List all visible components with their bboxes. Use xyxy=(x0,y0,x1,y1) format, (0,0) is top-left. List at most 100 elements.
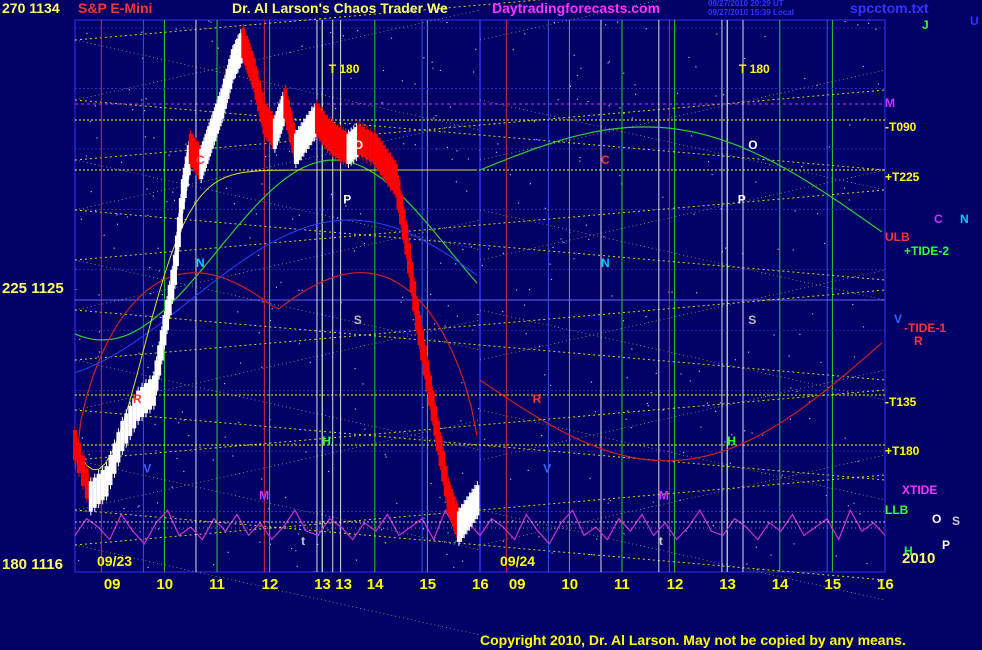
star-dot xyxy=(79,338,81,340)
star-dot xyxy=(433,117,435,119)
star-dot xyxy=(536,138,538,141)
right-label-xtide: XTIDE xyxy=(902,483,938,497)
star-dot xyxy=(259,541,261,543)
star-dot xyxy=(172,191,174,193)
x-tick-label: 11 xyxy=(614,576,630,593)
star-dot xyxy=(859,513,861,515)
star-dot xyxy=(512,520,514,522)
star-dot xyxy=(149,267,151,269)
star-dot xyxy=(509,174,511,176)
star-dot xyxy=(626,377,628,379)
star-dot xyxy=(518,202,520,204)
right-label-m: M xyxy=(885,96,895,110)
star-dot xyxy=(86,32,88,35)
star-dot xyxy=(414,144,416,146)
star-dot xyxy=(862,326,865,328)
star-dot xyxy=(729,462,731,464)
x-tick-label: 15 xyxy=(824,576,841,593)
star-dot xyxy=(848,199,850,201)
event-letter: O xyxy=(748,138,757,152)
star-dot xyxy=(594,411,597,413)
star-dot xyxy=(676,92,679,94)
star-dot xyxy=(683,451,685,454)
star-dot xyxy=(157,502,159,504)
star-dot xyxy=(171,486,173,488)
symbol-title: S&P E-Mini xyxy=(78,0,153,16)
star-dot xyxy=(98,351,101,353)
star-dot xyxy=(295,550,297,552)
star-dot xyxy=(103,234,105,236)
star-dot xyxy=(446,146,448,149)
star-dot xyxy=(466,190,468,192)
price-bar xyxy=(108,454,113,486)
star-dot xyxy=(342,35,344,37)
star-dot xyxy=(690,135,693,137)
star-dot xyxy=(116,223,119,225)
star-dot xyxy=(755,546,757,548)
star-dot xyxy=(240,362,242,364)
event-letter: P xyxy=(343,192,351,206)
star-dot xyxy=(396,502,398,504)
star-dot xyxy=(719,402,721,404)
star-dot xyxy=(261,366,263,368)
day-label: 09/23 xyxy=(97,553,132,569)
star-dot xyxy=(804,77,806,80)
filename-label: spcctom.txt xyxy=(850,0,929,16)
star-dot xyxy=(607,62,609,64)
right-label-r: R xyxy=(914,334,923,348)
star-dot xyxy=(381,529,383,531)
star-dot xyxy=(250,100,252,102)
star-dot xyxy=(447,305,449,307)
price-bar xyxy=(147,379,152,410)
star-dot xyxy=(525,333,527,335)
star-dot xyxy=(211,40,213,42)
star-dot xyxy=(327,529,329,531)
star-dot xyxy=(619,175,621,177)
star-dot xyxy=(587,100,589,102)
star-dot xyxy=(309,361,311,364)
star-dot xyxy=(382,69,385,72)
x-tick-label: 16 xyxy=(877,576,894,593)
star-dot xyxy=(275,286,277,288)
right-label-ulb: ULB xyxy=(885,230,910,244)
star-dot xyxy=(843,187,846,189)
star-dot xyxy=(166,201,168,203)
star-dot xyxy=(576,74,579,77)
left-price-top: 270 1134 xyxy=(2,0,60,16)
star-dot xyxy=(354,368,356,370)
star-dot xyxy=(596,538,598,540)
star-dot xyxy=(146,188,148,190)
x-tick-label: 16 xyxy=(472,576,489,593)
star-dot xyxy=(298,343,300,345)
star-dot xyxy=(175,28,177,30)
star-dot xyxy=(158,270,160,272)
event-letter: C xyxy=(196,153,205,167)
star-dot xyxy=(588,238,590,240)
event-letter: S xyxy=(354,313,362,327)
star-dot xyxy=(706,402,709,404)
star-dot xyxy=(655,372,657,374)
star-dot xyxy=(128,89,130,91)
star-dot xyxy=(381,102,383,104)
star-dot xyxy=(792,249,794,251)
star-dot xyxy=(168,154,170,156)
star-dot xyxy=(355,559,358,561)
star-dot xyxy=(161,294,163,296)
star-dot xyxy=(746,563,748,565)
event-letter: R xyxy=(133,392,142,406)
event-letter: t xyxy=(659,534,663,548)
star-dot xyxy=(440,427,442,430)
price-bar xyxy=(88,481,93,512)
star-dot xyxy=(716,33,718,35)
price-bar xyxy=(124,413,129,444)
star-dot xyxy=(799,333,801,335)
star-dot xyxy=(852,304,854,306)
star-dot xyxy=(590,381,593,383)
star-dot xyxy=(330,31,332,34)
star-dot xyxy=(576,98,578,100)
star-dot xyxy=(828,146,830,148)
star-dot xyxy=(877,83,880,85)
right-label-t090: -T090 xyxy=(885,120,917,134)
star-dot xyxy=(631,348,633,350)
x-tick-label: 13 xyxy=(314,576,331,593)
